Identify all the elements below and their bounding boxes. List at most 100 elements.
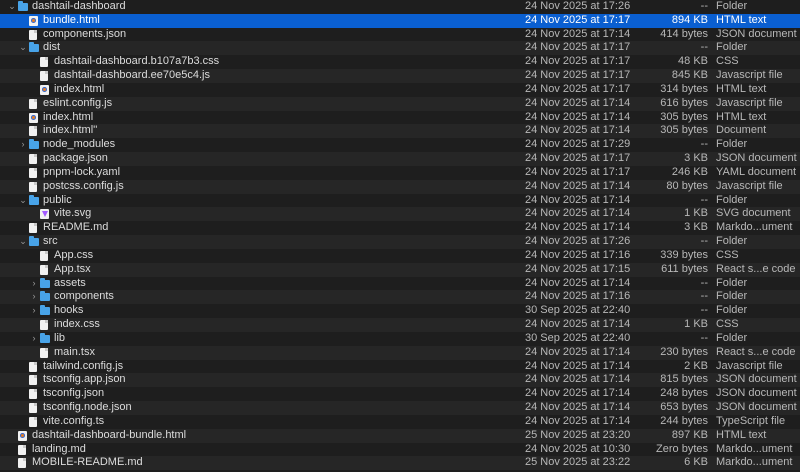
file-row[interactable]: ⌄ dist 24 Nov 2025 at 17:17 -- Folder — [0, 41, 800, 56]
file-row[interactable]: index.html 24 Nov 2025 at 17:17 314 bytes H… — [0, 83, 800, 97]
file-row[interactable]: ⌄ dashtail-dashboard 24 Nov 2025 at 17:26 -… — [0, 0, 800, 14]
file-row[interactable]: App.css 24 Nov 2025 at 17:16 339 bytes CSS — [0, 249, 800, 263]
date-modified: 24 Nov 2025 at 17:17 — [525, 41, 631, 54]
file-size: 2 KB — [684, 359, 708, 372]
file-row[interactable]: vite.config.ts 24 Nov 2025 at 17:14 244 by… — [0, 415, 800, 429]
file-row[interactable]: vite.svg 24 Nov 2025 at 17:14 1 KB SVG docu… — [0, 207, 800, 222]
file-row[interactable]: index.css 24 Nov 2025 at 17:14 1 KB CSS — [0, 318, 800, 332]
date-modified: 24 Nov 2025 at 17:14 — [525, 345, 631, 358]
file-row[interactable]: index.html'' 24 Nov 2025 at 17:14 305 byte… — [0, 124, 800, 139]
file-row[interactable]: App.tsx 24 Nov 2025 at 17:15 611 bytes Reac… — [0, 262, 800, 277]
file-kind: JSON document — [716, 373, 797, 386]
file-kind: Folder — [716, 41, 748, 54]
file-name: index.html'' — [43, 124, 98, 137]
file-row[interactable]: › hooks 30 Sep 2025 at 22:40 -- Folder — [0, 304, 800, 318]
file-size: 616 bytes — [660, 96, 708, 109]
file-row[interactable]: tsconfig.json 24 Nov 2025 at 17:14 248 byt… — [0, 387, 800, 401]
document-icon — [18, 444, 26, 455]
file-kind: Folder — [716, 304, 748, 317]
disclosure-open-icon[interactable]: ⌄ — [18, 41, 28, 55]
file-name: vite.svg — [54, 207, 92, 220]
file-row[interactable]: MOBILE-README.md 25 Nov 2025 at 23:22 6 KB… — [0, 456, 800, 471]
file-kind: Javascript file — [716, 179, 783, 192]
file-row[interactable]: dashtail-dashboard.b107a7b3.css 24 Nov 20… — [0, 55, 800, 69]
date-modified: 24 Nov 2025 at 17:14 — [525, 401, 631, 414]
file-row[interactable]: › node_modules 24 Nov 2025 at 17:29 -- Folde… — [0, 138, 800, 152]
date-modified: 25 Nov 2025 at 23:22 — [525, 456, 631, 469]
folder-icon — [40, 332, 50, 343]
date-modified: 24 Nov 2025 at 17:14 — [525, 193, 631, 206]
file-row-selected[interactable]: bundle.html 24 Nov 2025 at 17:17 894 KB HTM… — [0, 13, 800, 28]
file-name: package.json — [43, 152, 108, 165]
disclosure-open-icon[interactable]: ⌄ — [18, 194, 28, 208]
file-kind: Javascript file — [716, 359, 783, 372]
disclosure-closed-icon[interactable]: › — [18, 138, 28, 152]
file-row[interactable]: eslint.config.js 24 Nov 2025 at 17:14 616 … — [0, 96, 800, 111]
file-name: components — [54, 290, 114, 303]
file-row[interactable]: pnpm-lock.yaml 24 Nov 2025 at 17:17 246 KB… — [0, 166, 800, 180]
file-row[interactable]: ⌄ src 24 Nov 2025 at 17:26 -- Folder — [0, 235, 800, 249]
file-row[interactable]: ⌄ public 24 Nov 2025 at 17:14 -- Folder — [0, 194, 800, 208]
date-modified: 24 Nov 2025 at 17:15 — [525, 262, 631, 275]
file-kind: React s...e code — [716, 345, 796, 358]
file-row[interactable]: components.json 24 Nov 2025 at 17:14 414 b… — [0, 28, 800, 42]
date-modified: 24 Nov 2025 at 17:16 — [525, 290, 631, 303]
file-kind: Folder — [716, 235, 748, 248]
document-icon — [40, 71, 48, 82]
disclosure-closed-icon[interactable]: › — [29, 332, 39, 346]
file-kind: React s...e code — [716, 262, 796, 275]
file-row[interactable]: README.md 24 Nov 2025 at 17:14 3 KB Markdo.… — [0, 221, 800, 235]
document-icon — [29, 181, 37, 192]
file-row[interactable]: main.tsx 24 Nov 2025 at 17:14 230 bytes Rea… — [0, 345, 800, 360]
file-size: 305 bytes — [660, 124, 708, 137]
date-modified: 24 Nov 2025 at 17:14 — [525, 124, 631, 137]
folder-icon — [40, 305, 50, 316]
document-icon — [29, 29, 37, 40]
file-row[interactable]: › components 24 Nov 2025 at 17:16 -- Folder — [0, 290, 800, 305]
file-size: 246 KB — [671, 165, 708, 178]
file-kind: CSS — [716, 55, 739, 68]
date-modified: 24 Nov 2025 at 10:30 — [525, 442, 631, 455]
date-modified: 24 Nov 2025 at 17:14 — [525, 207, 631, 220]
file-row[interactable]: › lib 30 Sep 2025 at 22:40 -- Folder — [0, 332, 800, 346]
file-row[interactable]: › assets 24 Nov 2025 at 17:14 -- Folder — [0, 277, 800, 291]
file-kind: Folder — [716, 276, 748, 289]
file-name: dashtail-dashboard-bundle.html — [32, 428, 187, 441]
document-icon — [40, 250, 48, 261]
file-row[interactable]: dashtail-dashboard-bundle.html 25 Nov 202… — [0, 428, 800, 443]
file-row[interactable]: tsconfig.app.json 24 Nov 2025 at 17:14 815… — [0, 373, 800, 388]
file-size: -- — [700, 41, 708, 54]
date-modified: 24 Nov 2025 at 17:16 — [525, 248, 631, 261]
file-size: -- — [700, 138, 708, 151]
file-row[interactable]: package.json 24 Nov 2025 at 17:17 3 KB JSON… — [0, 152, 800, 166]
file-name: dist — [43, 41, 61, 54]
file-row[interactable]: landing.md 24 Nov 2025 at 10:30 Zero bytes… — [0, 443, 800, 457]
file-name: App.css — [54, 248, 94, 261]
file-size: 897 KB — [671, 428, 708, 441]
file-size: -- — [700, 290, 708, 303]
file-size: 414 bytes — [660, 27, 708, 40]
disclosure-open-icon[interactable]: ⌄ — [7, 0, 17, 14]
file-kind: HTML text — [716, 428, 767, 441]
file-size: -- — [700, 235, 708, 248]
disclosure-closed-icon[interactable]: › — [29, 277, 39, 291]
folder-icon — [29, 42, 39, 53]
file-kind: Javascript file — [716, 96, 783, 109]
file-row[interactable]: tailwind.config.js 24 Nov 2025 at 17:14 2 … — [0, 360, 800, 374]
disclosure-closed-icon[interactable]: › — [29, 290, 39, 304]
date-modified: 24 Nov 2025 at 17:17 — [525, 69, 631, 82]
file-row[interactable]: index.html 24 Nov 2025 at 17:14 305 bytes H… — [0, 111, 800, 125]
file-row[interactable]: postcss.config.js 24 Nov 2025 at 17:14 80 … — [0, 179, 800, 194]
file-kind: SVG document — [716, 207, 791, 220]
document-icon — [40, 57, 48, 68]
file-name: main.tsx — [54, 345, 95, 358]
file-size: 3 KB — [684, 152, 708, 165]
file-kind: JSON document — [716, 152, 797, 165]
file-row[interactable]: dashtail-dashboard.ee70e5c4.js 24 Nov 202… — [0, 69, 800, 83]
file-row[interactable]: tsconfig.node.json 24 Nov 2025 at 17:14 65… — [0, 401, 800, 415]
date-modified: 24 Nov 2025 at 17:14 — [525, 221, 631, 234]
disclosure-open-icon[interactable]: ⌄ — [18, 235, 28, 249]
disclosure-closed-icon[interactable]: › — [29, 304, 39, 318]
file-size: 230 bytes — [660, 345, 708, 358]
file-size: 815 bytes — [660, 373, 708, 386]
